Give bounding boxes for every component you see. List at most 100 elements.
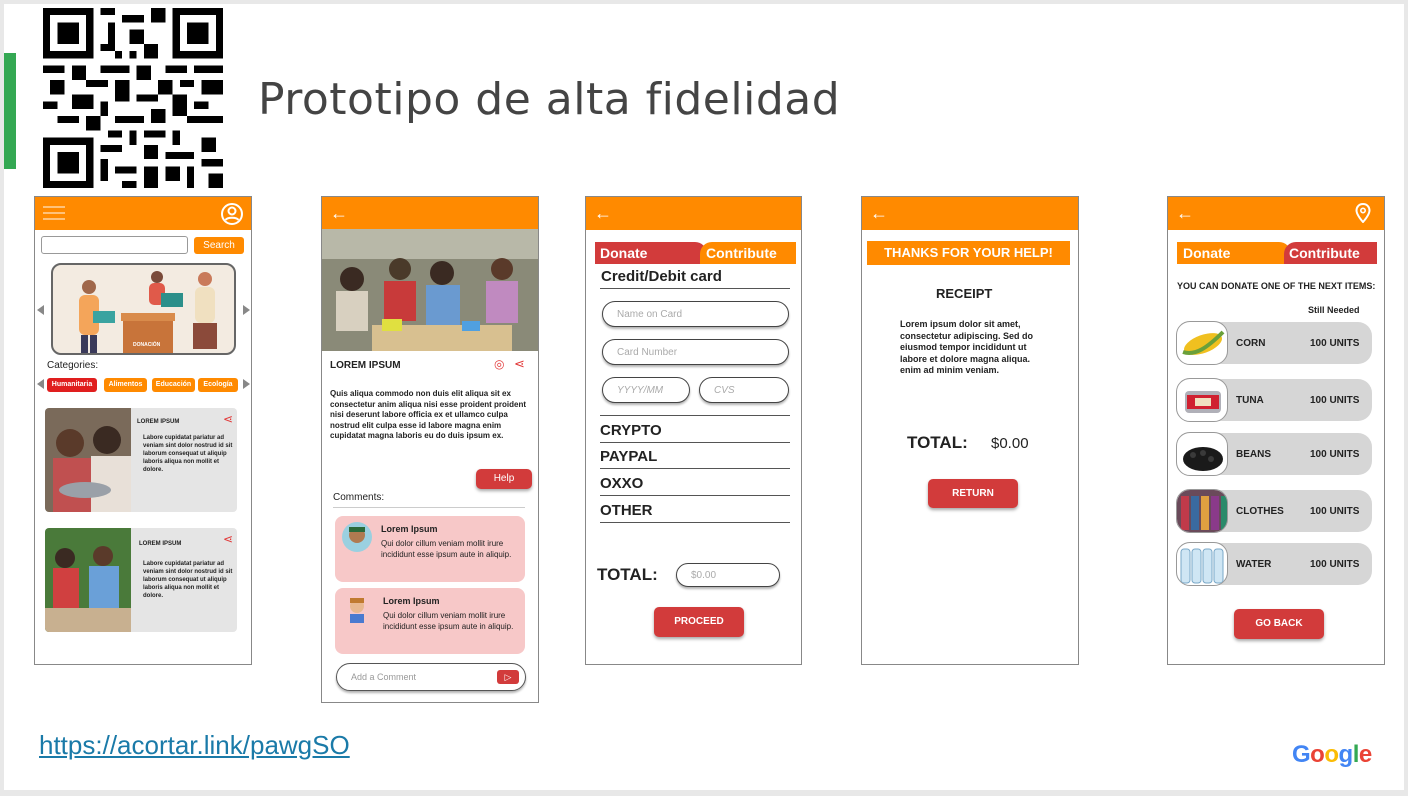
item-row-clothes[interactable]: CLOTHES 100 UNITS (1176, 489, 1372, 533)
screen-payment: ← Donate Contribute Credit/Debit card Na… (585, 196, 802, 665)
tab-donate[interactable]: Donate (1177, 242, 1291, 264)
slide-title: Prototipo de alta fidelidad (258, 74, 841, 125)
item-name: BEANS (1236, 449, 1272, 460)
option-crypto[interactable]: CRYPTO (600, 422, 790, 443)
water-image (1176, 542, 1228, 586)
hamburger-menu-icon[interactable] (43, 206, 65, 220)
help-button[interactable]: Help (476, 469, 532, 489)
comment: Lorem Ipsum Qui dolor cillum veniam moll… (335, 588, 525, 654)
top-bar (862, 197, 1078, 230)
back-arrow-icon[interactable]: ← (870, 204, 888, 222)
google-logo: Google (1292, 741, 1372, 768)
screen-home: Search DONACIÓN Categories: Humanitaria … (34, 196, 252, 665)
top-bar (1168, 197, 1384, 230)
category-ecologia[interactable]: Ecología (198, 378, 238, 392)
go-back-button[interactable]: GO BACK (1234, 609, 1324, 639)
total-value: $0.00 (991, 435, 1029, 452)
send-icon[interactable]: ▷ (497, 670, 519, 684)
carousel-prev-icon[interactable] (37, 305, 44, 315)
card-title: LOREM IPSUM (139, 541, 182, 547)
item-units: 100 UNITS (1310, 395, 1360, 406)
cause-photo (45, 408, 131, 512)
comment-text: Qui dolor cillum veniam mollit irure inc… (383, 611, 514, 631)
share-icon[interactable]: ⋖ (223, 412, 233, 426)
comments-label: Comments: (333, 492, 385, 503)
clothes-image (1176, 489, 1228, 533)
total-field[interactable]: $0.00 (676, 563, 780, 587)
qr-code[interactable] (43, 8, 223, 188)
item-name: CORN (1236, 338, 1266, 349)
back-arrow-icon[interactable]: ← (330, 204, 348, 222)
option-other[interactable]: OTHER (600, 502, 790, 523)
item-row-water[interactable]: WATER 100 UNITS (1176, 542, 1372, 586)
card-body: Labore cupidatat pariatur ad veniam sint… (143, 435, 233, 473)
cause-card[interactable]: LOREM IPSUM ⋖ Labore cupidatat pariatur … (45, 528, 237, 632)
profile-icon[interactable] (220, 202, 244, 226)
option-paypal[interactable]: PAYPAL (600, 448, 790, 469)
card-body: Labore cupidatat pariatur ad veniam sint… (143, 561, 233, 599)
category-humanitaria[interactable]: Humanitaria (47, 378, 97, 392)
receipt-title: RECEIPT (936, 286, 993, 301)
short-link[interactable]: https://acortar.link/pawgSO (39, 730, 350, 761)
tab-contribute[interactable]: Contribute (700, 242, 796, 264)
payment-heading: Credit/Debit card (601, 268, 722, 285)
donation-banner[interactable]: DONACIÓN (51, 263, 236, 355)
carousel-next-icon[interactable] (243, 305, 250, 315)
proceed-button[interactable]: PROCEED (654, 607, 744, 637)
card-title: LOREM IPSUM (137, 419, 180, 425)
item-units: 100 UNITS (1310, 449, 1360, 460)
categories-prev-icon[interactable] (37, 379, 44, 389)
comment: Lorem Ipsum Qui dolor cillum veniam moll… (335, 516, 525, 582)
expiry-field[interactable]: YYYY/MM (602, 377, 690, 403)
corn-image (1176, 321, 1228, 365)
fields-divider (600, 415, 790, 416)
back-arrow-icon[interactable]: ← (1176, 204, 1194, 222)
item-row-beans[interactable]: BEANS 100 UNITS (1176, 432, 1372, 476)
detail-body: Quis aliqua commodo non duis elit aliqua… (330, 389, 527, 440)
heading-divider (600, 288, 790, 289)
card-number-field[interactable]: Card Number (602, 339, 789, 365)
thanks-banner: THANKS FOR YOUR HELP! (867, 241, 1070, 265)
screen-detail: ← LOREM IPSUM ◎ ⋖ Quis aliqua commodo no… (321, 196, 539, 703)
total-label: TOTAL: (907, 433, 968, 452)
item-name: WATER (1236, 559, 1272, 570)
item-row-tuna[interactable]: TUNA 100 UNITS (1176, 378, 1372, 422)
category-educacion[interactable]: Educación (152, 378, 195, 392)
tuna-image (1176, 378, 1228, 422)
share-icon[interactable]: ⋖ (223, 532, 233, 546)
receipt-body: Lorem ipsum dolor sit amet, consectetur … (900, 319, 1034, 375)
cause-card[interactable]: LOREM IPSUM ⋖ Labore cupidatat pariatur … (45, 408, 237, 512)
screen-items: ← Donate Contribute YOU CAN DONATE ONE O… (1167, 196, 1385, 665)
avatar (342, 522, 372, 552)
tab-contribute[interactable]: Contribute (1284, 242, 1377, 264)
cvs-field[interactable]: CVS (699, 377, 789, 403)
comment-text: Qui dolor cillum veniam mollit irure inc… (381, 539, 512, 559)
search-input[interactable] (41, 236, 188, 254)
option-oxxo[interactable]: OXXO (600, 475, 790, 496)
cause-photo (45, 528, 131, 632)
top-bar (35, 197, 251, 230)
banner-label: DONACIÓN (133, 342, 161, 348)
category-alimentos[interactable]: Alimentos (104, 378, 147, 392)
item-row-corn[interactable]: CORN 100 UNITS (1176, 321, 1372, 365)
item-units: 100 UNITS (1310, 338, 1360, 349)
detail-title: LOREM IPSUM (330, 360, 401, 371)
beans-image (1176, 432, 1228, 476)
comment-input[interactable]: Add a Comment ▷ (336, 663, 526, 691)
tab-donate[interactable]: Donate (595, 242, 707, 264)
items-intro: YOU CAN DONATE ONE OF THE NEXT ITEMS: (1177, 281, 1376, 291)
item-name: TUNA (1236, 395, 1264, 406)
name-on-card-field[interactable]: Name on Card (602, 301, 789, 327)
share-icon[interactable]: ⋖ (514, 356, 525, 372)
accent-bar (4, 53, 16, 169)
return-button[interactable]: RETURN (928, 479, 1018, 508)
avatar (342, 594, 372, 624)
comment-author: Lorem Ipsum (381, 524, 438, 534)
cause-photo (322, 229, 538, 351)
back-arrow-icon[interactable]: ← (594, 204, 612, 222)
location-icon[interactable]: ◎ (494, 357, 504, 371)
location-icon[interactable] (1355, 203, 1371, 223)
search-button[interactable]: Search (194, 237, 244, 254)
categories-next-icon[interactable] (243, 379, 250, 389)
item-units: 100 UNITS (1310, 506, 1360, 517)
